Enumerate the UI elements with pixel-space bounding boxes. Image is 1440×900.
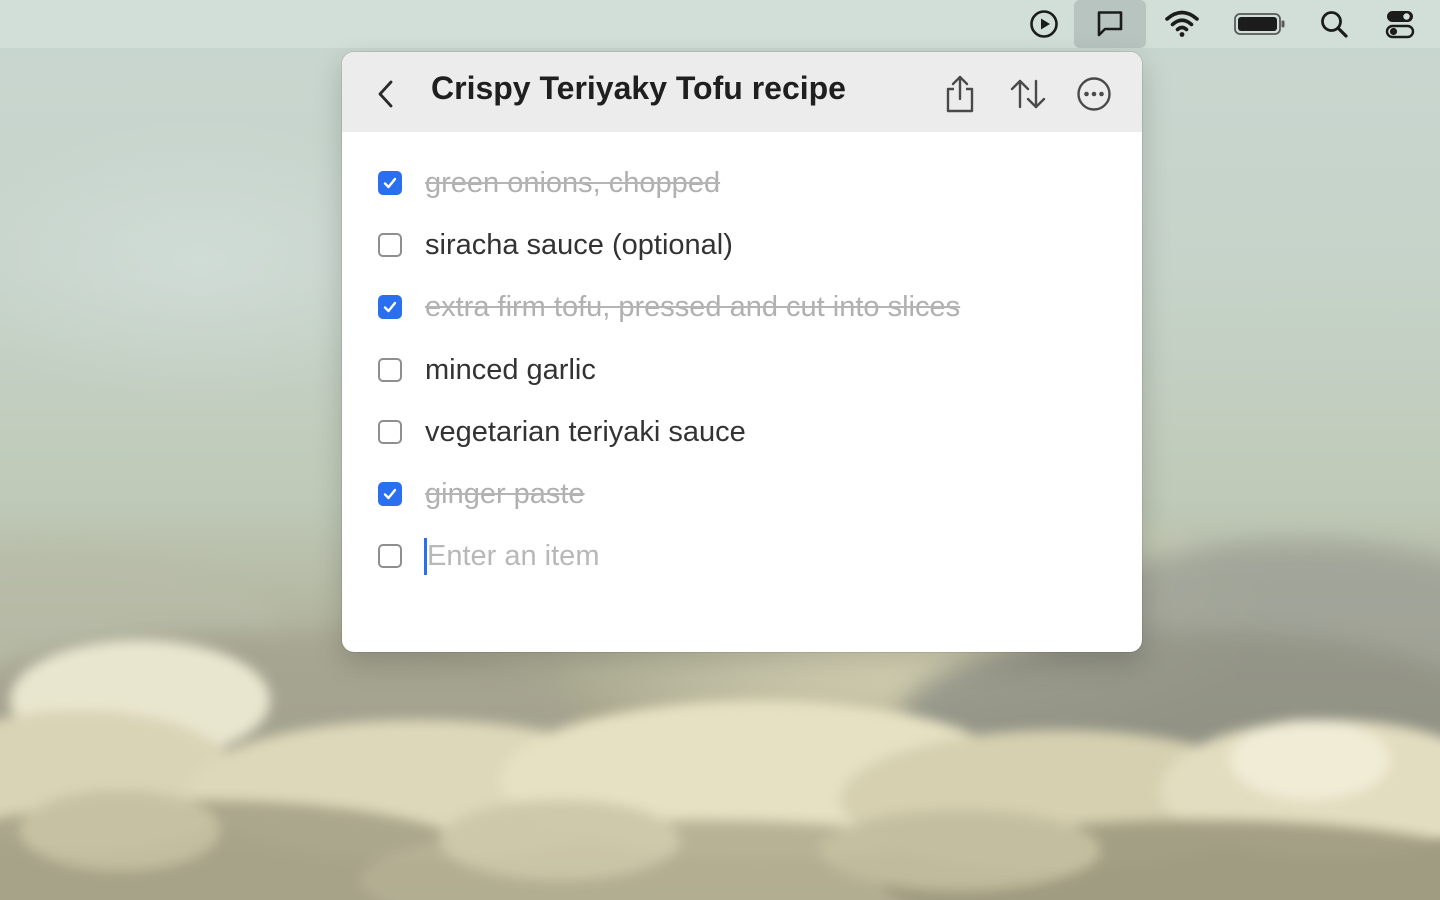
panel-header: Crispy Teriyaky Tofu recipe — [342, 52, 1142, 132]
sort-icon — [1010, 79, 1046, 109]
wifi-icon[interactable] — [1160, 0, 1204, 48]
notes-icon[interactable] — [1074, 0, 1146, 48]
list-item: vegetarian teriyaki sauce — [342, 408, 1142, 458]
control-center-icon[interactable] — [1380, 0, 1420, 48]
new-item-checkbox[interactable] — [378, 544, 402, 568]
battery-icon — [1230, 0, 1290, 48]
item-checkbox[interactable] — [378, 171, 402, 195]
list-item: extra firm tofu, pressed and cut into sl… — [342, 283, 1142, 333]
new-item-row — [342, 532, 1142, 582]
list-item: minced garlic — [342, 346, 1142, 396]
list-item: siracha sauce (optional) — [342, 221, 1142, 271]
share-button[interactable] — [938, 72, 982, 116]
item-checkbox[interactable] — [378, 358, 402, 382]
play-icon[interactable] — [1024, 0, 1064, 48]
item-label[interactable]: green onions, chopped — [425, 167, 720, 200]
menu-bar — [0, 0, 1440, 48]
item-checkbox[interactable] — [378, 482, 402, 506]
item-label[interactable]: ginger paste — [425, 478, 585, 511]
item-label[interactable]: siracha sauce (optional) — [425, 229, 733, 262]
search-icon[interactable] — [1314, 0, 1354, 48]
notes-popover: Crispy Teriyaky Tofu recipe green onions… — [342, 52, 1142, 652]
sort-button[interactable] — [1006, 72, 1050, 116]
list-item: ginger paste — [342, 470, 1142, 520]
item-label[interactable]: minced garlic — [425, 354, 596, 387]
item-checkbox[interactable] — [378, 295, 402, 319]
more-icon — [1077, 77, 1111, 111]
checkmark-icon — [383, 177, 397, 189]
list-item: green onions, chopped — [342, 159, 1142, 209]
checkmark-icon — [383, 301, 397, 313]
item-label[interactable]: extra firm tofu, pressed and cut into sl… — [425, 291, 960, 324]
text-caret — [424, 538, 427, 575]
back-button[interactable] — [366, 74, 406, 114]
checkmark-icon — [383, 488, 397, 500]
item-checkbox[interactable] — [378, 420, 402, 444]
chevron-left-icon — [378, 80, 393, 108]
desktop-background: Crispy Teriyaky Tofu recipe green onions… — [0, 0, 1440, 900]
item-checkbox[interactable] — [378, 233, 402, 257]
page-title: Crispy Teriyaky Tofu recipe — [431, 70, 846, 106]
more-button[interactable] — [1072, 72, 1116, 116]
new-item-input[interactable] — [425, 536, 1027, 576]
item-label[interactable]: vegetarian teriyaki sauce — [425, 416, 746, 449]
share-icon — [946, 75, 974, 113]
